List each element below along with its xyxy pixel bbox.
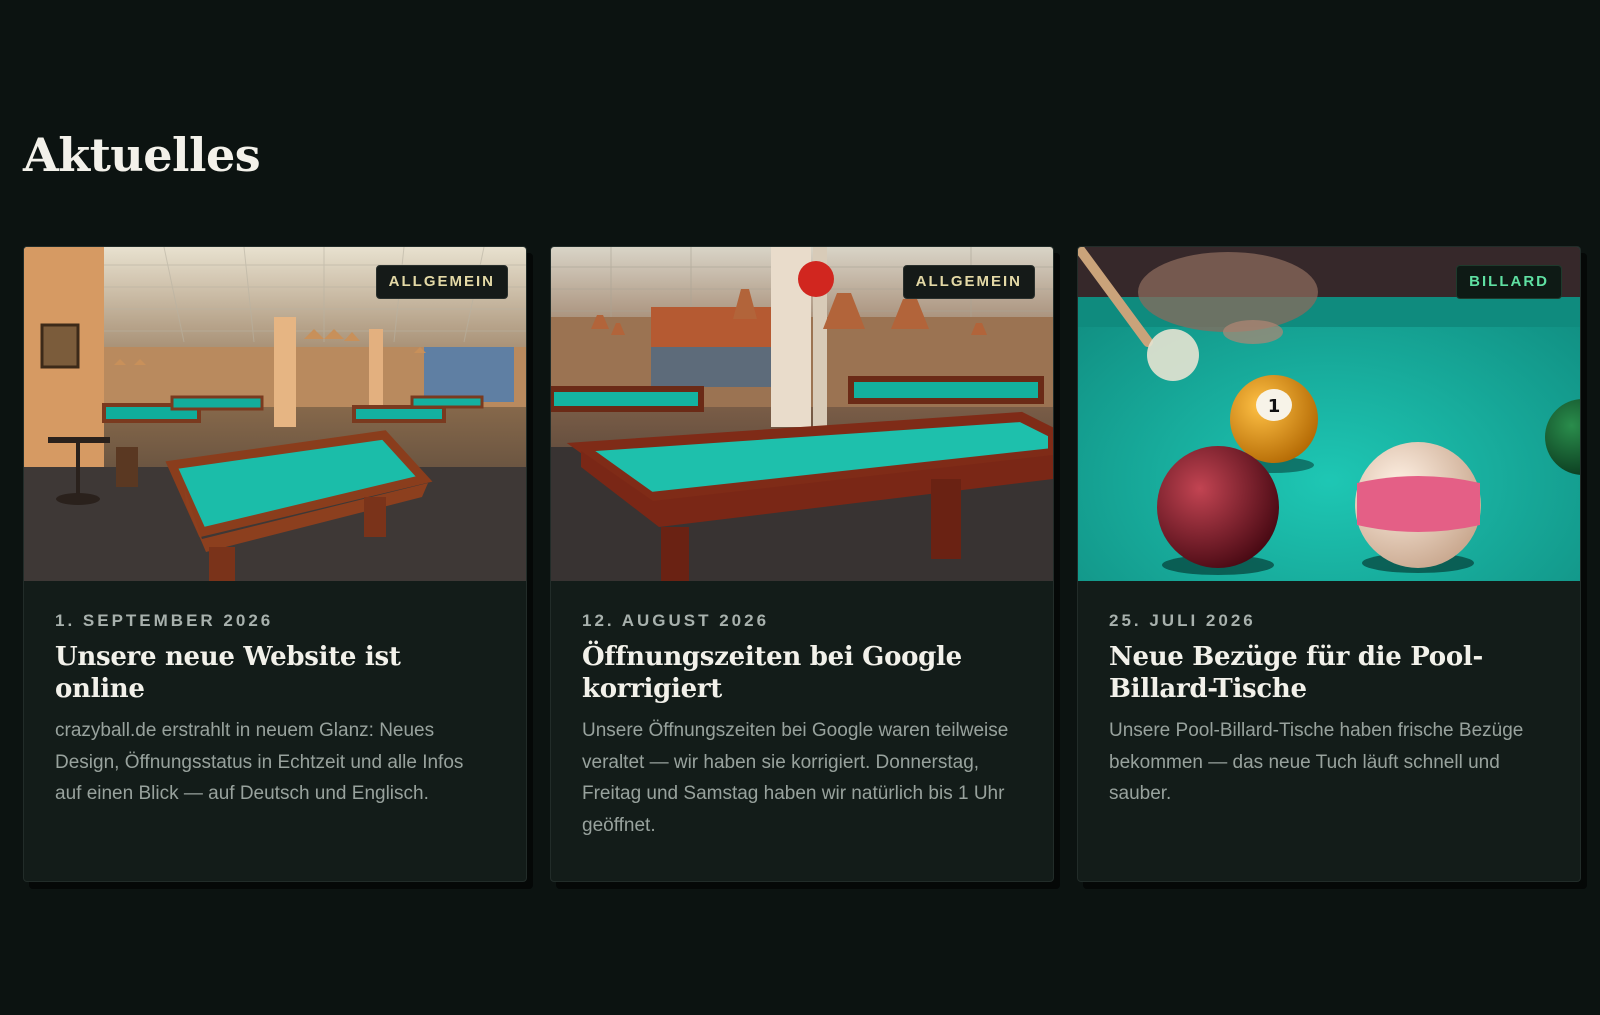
post-excerpt: Unsere Pool-Billard-Tische haben frische… (1109, 720, 1524, 804)
post-title[interactable]: Unsere neue Website ist online (55, 641, 495, 705)
post-date: 1. SEPTEMBER 2026 (55, 611, 274, 630)
category-badge: ALLGEMEIN (902, 265, 1035, 299)
svg-text:1: 1 (1268, 396, 1281, 417)
post-title[interactable]: Neue Bezüge für die Pool-Billard-Tische (1109, 641, 1549, 705)
news-card-list: ALLGEMEIN 1. SEPTEMBER 2026 Unsere neue … (23, 246, 1581, 882)
category-badge: BILLARD (1456, 265, 1562, 299)
post-excerpt: crazyball.de erstrahlt in neuem Glanz: N… (55, 720, 464, 804)
news-card[interactable]: ALLGEMEIN 1. SEPTEMBER 2026 Unsere neue … (23, 246, 527, 882)
news-card[interactable]: ALLGEMEIN 12. AUGUST 2026 Öffnungszeiten… (550, 246, 1054, 882)
post-date: 12. AUGUST 2026 (582, 611, 770, 630)
post-date: 25. JULI 2026 (1109, 611, 1256, 630)
news-card[interactable]: 1 BILLARD 25. JULI 2026 Neue Bezüge für … (1077, 246, 1581, 882)
section-title: Aktuelles (23, 128, 261, 182)
billiard-table-closeup-photo: ALLGEMEIN (551, 247, 1053, 581)
post-title[interactable]: Öffnungszeiten bei Google korrigiert (582, 641, 1022, 705)
pool-balls-photo: 1 BILLARD (1078, 247, 1580, 581)
billiard-hall-photo: ALLGEMEIN (24, 247, 526, 581)
post-excerpt: Unsere Öffnungszeiten bei Google waren t… (582, 720, 1009, 836)
category-badge: ALLGEMEIN (375, 265, 508, 299)
